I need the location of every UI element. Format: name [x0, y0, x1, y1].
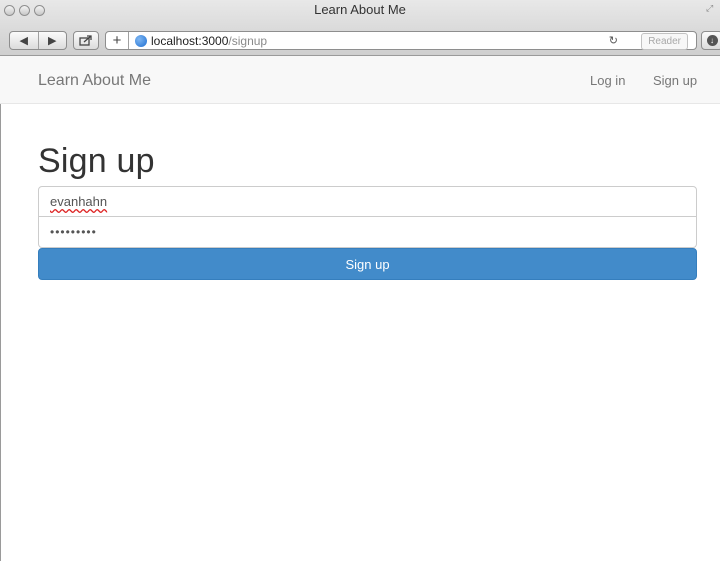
username-value: evanhahn [50, 194, 108, 209]
reload-icon[interactable]: ↻ [609, 34, 618, 47]
share-icon[interactable] [73, 31, 99, 50]
password-value: ••••••••• [50, 225, 97, 239]
site-navbar: Learn About Me Log in Sign up [0, 56, 720, 104]
globe-icon [135, 34, 147, 47]
username-input[interactable]: evanhahn [38, 186, 697, 217]
signup-submit-button[interactable]: Sign up [38, 248, 697, 280]
browser-window: Learn About Me ⤢ ◀ ▶ + localhost:3000/si… [0, 0, 720, 561]
new-tab-icon[interactable]: + [106, 32, 129, 49]
signup-nav-link[interactable]: Sign up [653, 73, 697, 88]
window-border [0, 56, 1, 561]
title-bar: Learn About Me ⤢ ◀ ▶ + localhost:3000/si… [0, 0, 720, 56]
download-button[interactable]: ↓ [701, 31, 720, 50]
password-input[interactable]: ••••••••• [38, 217, 697, 248]
reader-button[interactable]: Reader [641, 33, 688, 50]
window-title: Learn About Me [314, 2, 406, 17]
url-path: /signup [228, 33, 268, 48]
login-link[interactable]: Log in [590, 73, 625, 88]
url-host: localhost:3000 [151, 33, 229, 48]
site-brand-link[interactable]: Learn About Me [38, 72, 151, 90]
page-title: Sign up [38, 142, 155, 180]
back-icon[interactable]: ◀ [10, 32, 38, 49]
forward-icon[interactable]: ▶ [37, 32, 67, 49]
download-icon: ↓ [706, 35, 718, 46]
address-bar[interactable]: + localhost:3000/signup ↻ Reader [105, 31, 697, 50]
browser-toolbar: ◀ ▶ + localhost:3000/signup ↻ Reader ↓ [0, 28, 720, 52]
back-forward-buttons: ◀ ▶ [9, 31, 67, 50]
resize-icon[interactable]: ⤢ [706, 3, 716, 13]
